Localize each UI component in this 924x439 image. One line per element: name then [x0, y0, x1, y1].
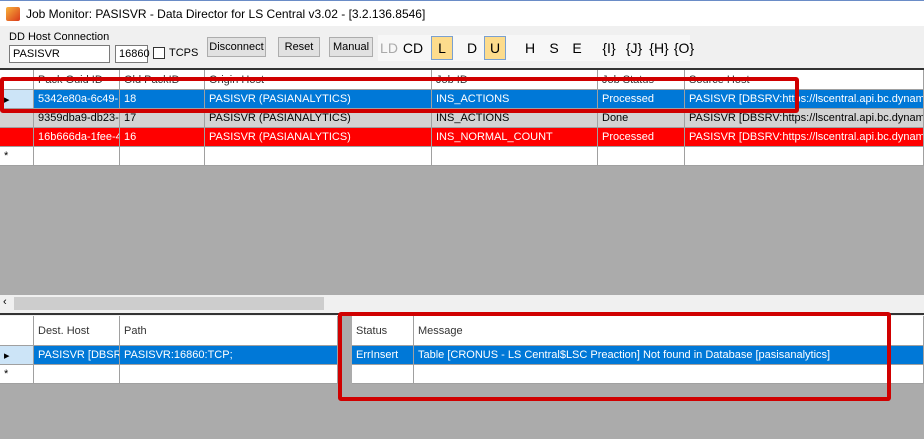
- table-row[interactable]: ▸ 5342e80a-6c49-... 18 PASISVR (PASIANALYTI…: [0, 90, 924, 109]
- new-row[interactable]: *: [0, 365, 924, 384]
- tcps-label: TCPS: [169, 47, 199, 59]
- toggle-e[interactable]: E: [566, 36, 588, 60]
- header-dest-host[interactable]: Dest. Host: [34, 316, 120, 346]
- empty-cell: [34, 365, 120, 384]
- cell-origin-host: PASISVR (PASIANALYTICS): [205, 128, 432, 147]
- host-connection-label: DD Host Connection: [9, 31, 110, 43]
- cell-job-id: INS_NORMAL_COUNT: [432, 128, 598, 147]
- header-path[interactable]: Path: [120, 316, 338, 346]
- title-bar: Job Monitor: PASISVR - Data Director for…: [0, 0, 924, 26]
- cell-source-host: PASISVR [DBSRV:https://lscentral.api.bc.…: [685, 128, 924, 147]
- empty-cell: [34, 147, 120, 166]
- header-pack-guid-id[interactable]: Pack Guid ID: [34, 70, 120, 90]
- disconnect-button[interactable]: Disconnect: [207, 37, 266, 57]
- header-corner[interactable]: [0, 70, 34, 90]
- toggle-h[interactable]: {H}: [648, 36, 670, 60]
- toggle-l[interactable]: L: [431, 36, 453, 60]
- header-old-packid[interactable]: Old PackID: [120, 70, 205, 90]
- cell-old-packid: 17: [120, 109, 205, 128]
- header-source-host[interactable]: Source Host: [685, 70, 924, 90]
- cell-old-packid: 16: [120, 128, 205, 147]
- empty-cell: [205, 147, 432, 166]
- window-title: Job Monitor: PASISVR - Data Director for…: [26, 7, 426, 21]
- cell-source-host: PASISVR [DBSRV:https://lscentral.api.bc.…: [685, 109, 924, 128]
- header-job-status[interactable]: Job Status: [598, 70, 685, 90]
- header-origin-host[interactable]: Origin Host: [205, 70, 432, 90]
- table-row[interactable]: 16b666da-1fee-4...16PASISVR (PASIANALYTI…: [0, 128, 924, 147]
- cell-pack-guid-id: 9359dba9-db23-...: [34, 109, 120, 128]
- header-corner[interactable]: [0, 316, 34, 346]
- header-row[interactable]: Dest. Host Path Status Message: [0, 316, 924, 346]
- row-header: [0, 109, 34, 128]
- cell-message: Table [CRONUS - LS Central$LSC Preaction…: [414, 346, 924, 365]
- toggle-u[interactable]: U: [484, 36, 506, 60]
- empty-cell: [120, 365, 338, 384]
- cell-source-host: PASISVR [DBSRV:https://lscentral.api.bc.…: [685, 90, 924, 109]
- reset-button[interactable]: Reset: [278, 37, 320, 57]
- cell-status: ErrInsert: [352, 346, 414, 365]
- empty-cell: [352, 365, 414, 384]
- table-row[interactable]: 9359dba9-db23-... 17 PASISVR (PASIANALYTIC…: [0, 109, 924, 128]
- toggle-ld[interactable]: LD: [378, 36, 400, 60]
- header-message[interactable]: Message: [414, 316, 924, 346]
- header-job-id[interactable]: Job ID: [432, 70, 598, 90]
- jobs-grid[interactable]: Pack Guid ID Old PackID Origin Host Job ID J…: [0, 70, 924, 312]
- current-row-indicator-icon: ▸: [0, 90, 34, 109]
- row-header: [0, 128, 34, 147]
- cell-pack-guid-id: 5342e80a-6c49-...: [34, 90, 120, 109]
- host-input[interactable]: PASISVR: [9, 45, 110, 63]
- toggle-d[interactable]: D: [461, 36, 483, 60]
- new-row-marker: *: [0, 147, 34, 166]
- table-row[interactable]: ▸PASISVR [DBSR...PASISVR:16860:TCP; ErrIn…: [0, 346, 924, 365]
- cell-pack-guid-id: 16b666da-1fee-4...: [34, 128, 120, 147]
- header-row[interactable]: Pack Guid ID Old PackID Origin Host Job ID J…: [0, 70, 924, 90]
- destinations-grid[interactable]: Dest. Host Path Status Message ▸ PASISVR [DBS…: [0, 316, 924, 439]
- cell-job-id: INS_ACTIONS: [432, 109, 598, 128]
- cell-job-id: INS_ACTIONS: [432, 90, 598, 109]
- cell-job-status: Processed: [598, 128, 685, 147]
- manual-button[interactable]: Manual: [329, 37, 373, 57]
- new-row-marker: *: [0, 365, 34, 384]
- cell-job-status: Processed: [598, 90, 685, 109]
- current-row-indicator-icon: ▸: [0, 346, 34, 365]
- cell-job-status: Done: [598, 109, 685, 128]
- cell-dest-host: PASISVR [DBSR...: [34, 346, 120, 365]
- empty-cell: [598, 147, 685, 166]
- scroll-left-icon[interactable]: ‹: [3, 296, 7, 308]
- horizontal-scrollbar[interactable]: ‹: [0, 295, 924, 312]
- toggle-cd[interactable]: CD: [402, 36, 424, 60]
- tcps-checkbox[interactable]: [153, 47, 165, 59]
- toggle-o[interactable]: {O}: [673, 36, 695, 60]
- new-row[interactable]: *: [0, 147, 924, 166]
- toggle-s[interactable]: S: [543, 36, 565, 60]
- app-icon: [6, 7, 20, 21]
- empty-cell: [432, 147, 598, 166]
- header-status[interactable]: Status: [352, 316, 414, 346]
- empty-cell: [414, 365, 924, 384]
- cell-old-packid: 18: [120, 90, 205, 109]
- cell-origin-host: PASISVR (PASIANALYTICS): [205, 90, 432, 109]
- port-input[interactable]: 16860: [115, 45, 150, 63]
- toggle-i[interactable]: {I}: [598, 36, 620, 60]
- splitter[interactable]: [0, 313, 924, 315]
- cell-origin-host: PASISVR (PASIANALYTICS): [205, 109, 432, 128]
- cell-path: PASISVR:16860:TCP;: [120, 346, 338, 365]
- scrollbar-thumb[interactable]: [14, 297, 324, 310]
- empty-cell: [685, 147, 924, 166]
- toggle-h[interactable]: H: [519, 36, 541, 60]
- toggle-j[interactable]: {J}: [623, 36, 645, 60]
- empty-cell: [120, 147, 205, 166]
